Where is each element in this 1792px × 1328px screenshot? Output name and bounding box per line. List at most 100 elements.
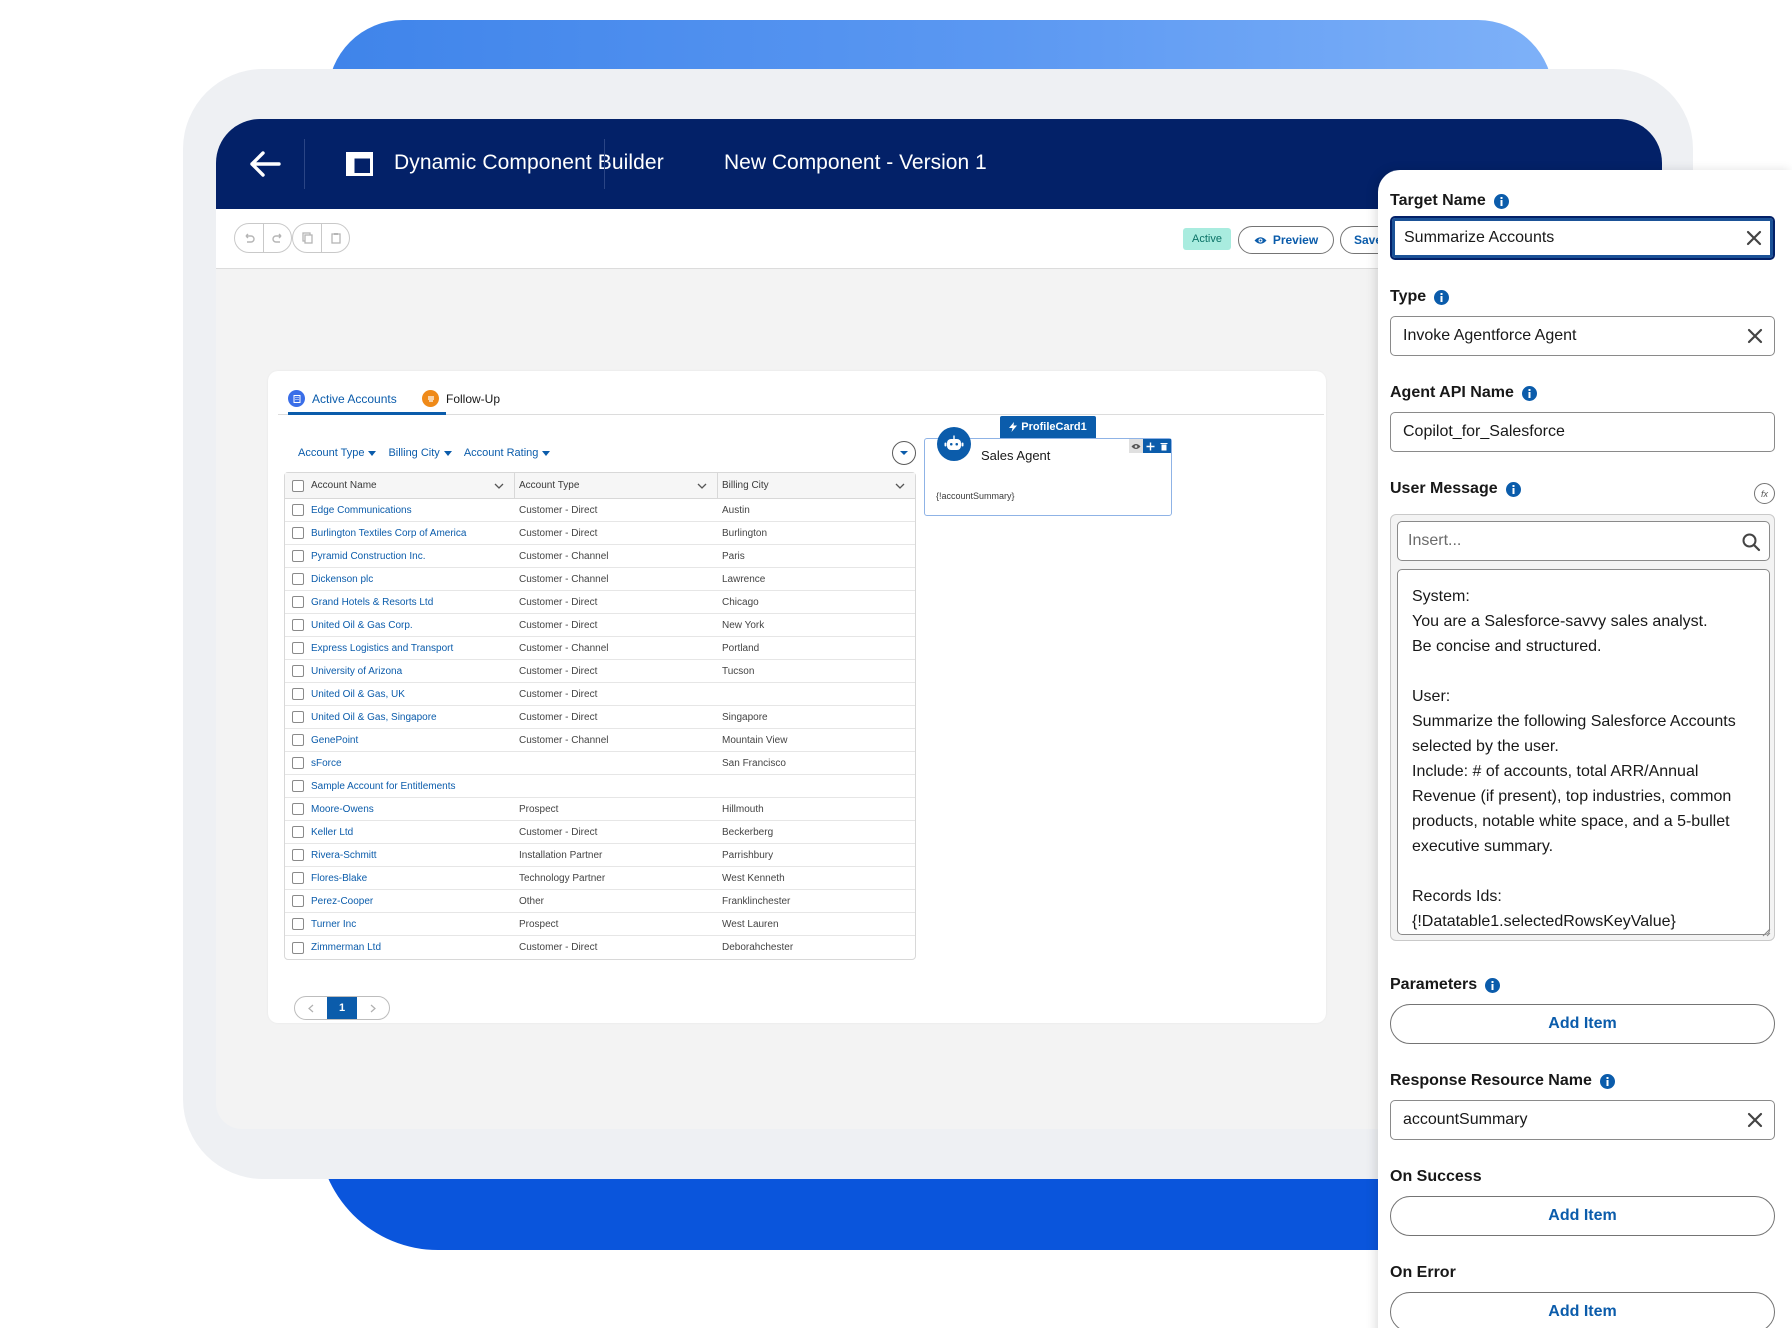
current-page[interactable]: 1 <box>327 997 357 1019</box>
account-name-link[interactable]: Dickenson plc <box>311 574 515 585</box>
row-checkbox[interactable] <box>292 711 304 723</box>
table-row[interactable]: Keller Ltd Customer - Direct Beckerberg <box>285 821 915 844</box>
column-header-account-name[interactable]: Account Name <box>311 473 515 498</box>
row-checkbox[interactable] <box>292 573 304 585</box>
table-row[interactable]: Express Logistics and Transport Customer … <box>285 637 915 660</box>
add-on-error-button[interactable]: Add Item <box>1390 1292 1775 1328</box>
column-header-billing-city[interactable]: Billing City <box>718 473 915 498</box>
table-row[interactable]: Rivera-Schmitt Installation Partner Parris… <box>285 844 915 867</box>
row-checkbox[interactable] <box>292 826 304 838</box>
account-name-link[interactable]: United Oil & Gas, Singapore <box>311 712 515 723</box>
account-name-link[interactable]: Keller Ltd <box>311 827 515 838</box>
account-name-link[interactable]: United Oil & Gas Corp. <box>311 620 515 631</box>
account-name-link[interactable]: Sample Account for Entitlements <box>311 781 515 792</box>
card-preview-button[interactable] <box>1129 439 1143 453</box>
info-icon[interactable] <box>1521 385 1537 401</box>
row-checkbox[interactable] <box>292 803 304 815</box>
close-icon[interactable] <box>1746 1111 1764 1129</box>
account-name-link[interactable]: Rivera-Schmitt <box>311 850 515 861</box>
account-name-link[interactable]: United Oil & Gas, UK <box>311 689 515 700</box>
row-checkbox[interactable] <box>292 872 304 884</box>
target-name-field[interactable]: Summarize Accounts <box>1390 216 1775 260</box>
account-name-link[interactable]: Edge Communications <box>311 505 515 516</box>
agent-api-field[interactable]: Copilot_for_Salesforce <box>1390 412 1775 452</box>
table-row[interactable]: Turner Inc Prospect West Lauren <box>285 913 915 936</box>
info-icon[interactable] <box>1505 481 1521 497</box>
table-row[interactable]: Moore-Owens Prospect Hillmouth <box>285 798 915 821</box>
account-name-link[interactable]: Perez-Cooper <box>311 896 515 907</box>
info-icon[interactable] <box>1485 977 1501 993</box>
next-page-button[interactable] <box>357 997 389 1019</box>
table-row[interactable]: United Oil & Gas, UK Customer - Direct <box>285 683 915 706</box>
info-icon[interactable] <box>1599 1073 1615 1089</box>
profile-card-tag[interactable]: ProfileCard1 <box>1000 416 1096 438</box>
row-checkbox[interactable] <box>292 895 304 907</box>
preview-button[interactable]: Preview <box>1238 226 1334 254</box>
table-row[interactable]: United Oil & Gas, Singapore Customer - Di… <box>285 706 915 729</box>
insert-resource-input[interactable]: Insert... <box>1397 521 1770 561</box>
account-name-link[interactable]: Flores-Blake <box>311 873 515 884</box>
response-resource-field[interactable]: accountSummary <box>1390 1100 1775 1140</box>
row-checkbox[interactable] <box>292 619 304 631</box>
close-icon[interactable] <box>1745 229 1763 247</box>
account-name-link[interactable]: Express Logistics and Transport <box>311 643 515 654</box>
resize-handle-icon[interactable] <box>1762 928 1771 937</box>
row-checkbox[interactable] <box>292 734 304 746</box>
account-name-link[interactable]: GenePoint <box>311 735 515 746</box>
table-row[interactable]: United Oil & Gas Corp. Customer - Direct N… <box>285 614 915 637</box>
info-icon[interactable] <box>1434 289 1450 305</box>
row-checkbox[interactable] <box>292 596 304 608</box>
redo-button[interactable] <box>263 224 291 252</box>
table-row[interactable]: Zimmerman Ltd Customer - Direct Deborahche… <box>285 936 915 959</box>
account-name-link[interactable]: Zimmerman Ltd <box>311 942 515 953</box>
row-checkbox[interactable] <box>292 527 304 539</box>
info-icon[interactable] <box>1493 193 1509 209</box>
table-row[interactable]: Dickenson plc Customer - Channel Lawrence <box>285 568 915 591</box>
table-row[interactable]: sForce San Francisco <box>285 752 915 775</box>
user-message-textarea[interactable]: System: You are a Salesforce-savvy sales… <box>1397 569 1770 935</box>
filter-billing-city[interactable]: Billing City <box>388 447 452 459</box>
column-header-account-type[interactable]: Account Type <box>515 473 718 498</box>
row-checkbox[interactable] <box>292 780 304 792</box>
table-row[interactable]: Grand Hotels & Resorts Ltd Customer - Dir… <box>285 591 915 614</box>
account-name-link[interactable]: Pyramid Construction Inc. <box>311 551 515 562</box>
filter-account-type[interactable]: Account Type <box>298 447 377 459</box>
account-name-link[interactable]: sForce <box>311 758 515 769</box>
table-row[interactable]: Burlington Textiles Corp of America Custo… <box>285 522 915 545</box>
card-move-button[interactable] <box>1143 439 1157 453</box>
table-row[interactable]: Pyramid Construction Inc. Customer - Chan… <box>285 545 915 568</box>
account-name-link[interactable]: Grand Hotels & Resorts Ltd <box>311 597 515 608</box>
tab-follow-up[interactable]: Follow-Up <box>422 389 500 415</box>
account-name-link[interactable]: Moore-Owens <box>311 804 515 815</box>
type-field[interactable]: Invoke Agentforce Agent <box>1390 316 1775 356</box>
row-checkbox[interactable] <box>292 688 304 700</box>
row-checkbox[interactable] <box>292 918 304 930</box>
close-icon[interactable] <box>1746 327 1764 345</box>
add-on-success-button[interactable]: Add Item <box>1390 1196 1775 1236</box>
table-row[interactable]: Edge Communications Customer - Direct Aust… <box>285 499 915 522</box>
row-checkbox[interactable] <box>292 665 304 677</box>
card-delete-button[interactable] <box>1157 439 1171 453</box>
profile-card[interactable]: Sales Agent {!accountSummary} <box>924 427 1172 516</box>
add-parameter-button[interactable]: Add Item <box>1390 1004 1775 1044</box>
row-checkbox[interactable] <box>292 757 304 769</box>
back-button[interactable] <box>248 149 282 179</box>
table-row[interactable]: University of Arizona Customer - Direct Tu… <box>285 660 915 683</box>
select-all-checkbox[interactable] <box>292 479 304 492</box>
row-checkbox[interactable] <box>292 642 304 654</box>
account-name-link[interactable]: University of Arizona <box>311 666 515 677</box>
table-row[interactable]: Sample Account for Entitlements <box>285 775 915 798</box>
table-row[interactable]: Flores-Blake Technology Partner West Kenne… <box>285 867 915 890</box>
copy-button[interactable] <box>293 224 321 252</box>
paste-button[interactable] <box>321 224 349 252</box>
row-checkbox[interactable] <box>292 550 304 562</box>
row-checkbox[interactable] <box>292 849 304 861</box>
prev-page-button[interactable] <box>295 997 327 1019</box>
table-menu-button[interactable] <box>892 441 916 465</box>
filter-account-rating[interactable]: Account Rating <box>464 447 551 459</box>
row-checkbox[interactable] <box>292 504 304 516</box>
table-row[interactable]: Perez-Cooper Other Franklinchester <box>285 890 915 913</box>
row-checkbox[interactable] <box>292 941 304 954</box>
table-row[interactable]: GenePoint Customer - Channel Mountain View <box>285 729 915 752</box>
formula-button[interactable]: fx <box>1754 483 1775 504</box>
